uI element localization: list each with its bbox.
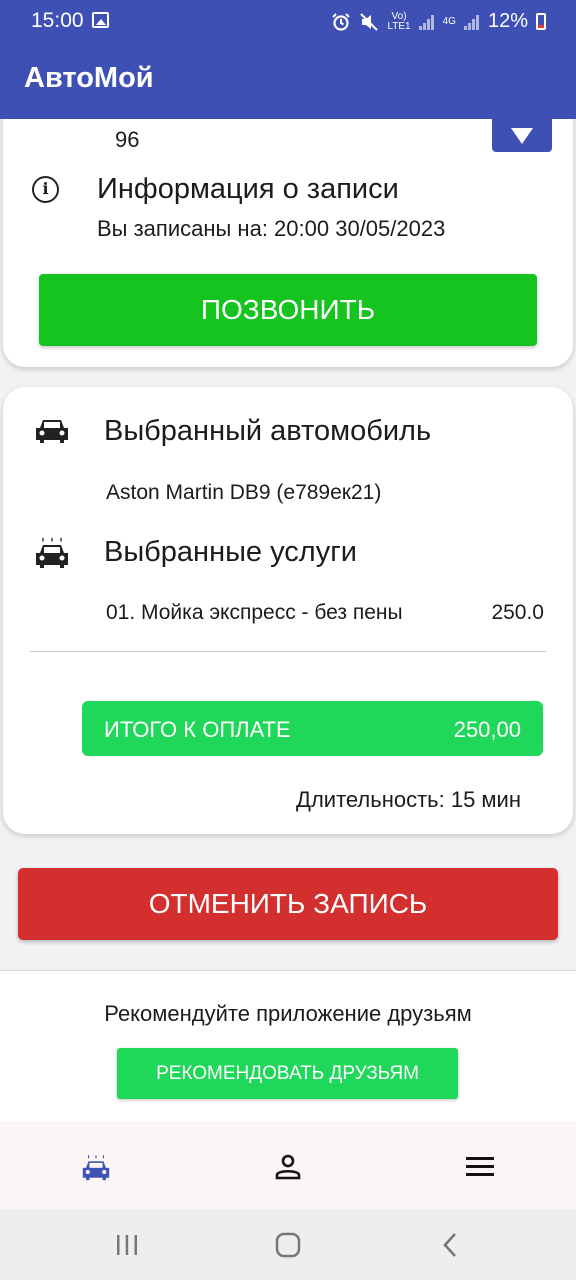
car-wash-icon xyxy=(82,1154,110,1181)
total-value: 250,00 xyxy=(453,717,521,742)
nav-car-wash[interactable] xyxy=(76,1151,116,1183)
volte-indicator: Vo) LTE1 xyxy=(387,11,411,32)
total-bar: ИТОГО К ОПЛАТЕ 250,00 xyxy=(82,701,543,756)
booking-card: 96 i Информация о записи Вы записаны на:… xyxy=(3,80,573,367)
service-item: 01. Мойка экспресс - без пены 250.0 xyxy=(106,601,544,625)
recommend-button[interactable]: РЕКОМЕНДОВАТЬ ДРУЗЬЯМ xyxy=(117,1048,458,1099)
chevron-down-icon xyxy=(511,127,533,144)
recommend-section: Рекомендуйте приложение друзьям РЕКОМЕНД… xyxy=(0,970,576,1122)
divider xyxy=(30,651,546,652)
lte-text: LTE1 xyxy=(387,20,411,32)
home-icon xyxy=(275,1232,301,1258)
recommend-text: Рекомендуйте приложение друзьям xyxy=(104,1001,472,1026)
status-time: 15:00 xyxy=(31,9,84,32)
recent-apps-icon xyxy=(117,1235,137,1255)
booking-info-title: Информация о записи xyxy=(97,173,399,205)
app-bar: 15:00 Vo) LTE1 4G 12% АвтоМой xyxy=(0,0,576,119)
menu-icon xyxy=(466,1157,494,1176)
duration-text: Длительность: 15 мин xyxy=(296,787,521,812)
info-icon: i xyxy=(32,176,59,203)
recent-apps-button[interactable] xyxy=(112,1232,142,1258)
battery-icon xyxy=(536,13,546,30)
mute-icon xyxy=(360,12,379,31)
bottom-navigation xyxy=(0,1121,576,1209)
call-button[interactable]: ПОЗВОНИТЬ xyxy=(39,274,537,346)
selected-car-title: Выбранный автомобиль xyxy=(104,415,432,447)
app-title: АвтоМой xyxy=(24,62,154,94)
cancel-booking-button[interactable]: ОТМЕНИТЬ ЗАПИСЬ xyxy=(18,868,558,940)
booking-datetime: Вы записаны на: 20:00 30/05/2023 xyxy=(97,216,446,241)
back-icon xyxy=(443,1233,456,1257)
net-4g-indicator: 4G xyxy=(442,15,456,27)
car-wash-icon xyxy=(36,537,68,568)
home-button[interactable] xyxy=(273,1232,303,1258)
signal-1-icon xyxy=(418,14,435,30)
gallery-notification-icon xyxy=(92,12,109,28)
total-label: ИТОГО К ОПЛАТЕ xyxy=(104,717,291,742)
battery-percent: 12% xyxy=(487,10,528,32)
address-tail: 96 xyxy=(115,127,140,152)
status-bar: 15:00 Vo) LTE1 4G 12% xyxy=(0,0,576,42)
profile-icon xyxy=(275,1154,301,1180)
service-price: 250.0 xyxy=(491,601,544,624)
selected-services-title: Выбранные услуги xyxy=(104,536,357,568)
car-icon xyxy=(36,420,68,443)
alarm-icon xyxy=(332,12,351,31)
back-button[interactable] xyxy=(435,1232,465,1258)
nav-profile[interactable] xyxy=(268,1151,308,1183)
service-name: 01. Мойка экспресс - без пены xyxy=(106,601,403,624)
order-card: Выбранный автомобиль Aston Martin DB9 (е… xyxy=(3,387,573,834)
nav-menu[interactable] xyxy=(460,1151,500,1183)
signal-2-icon xyxy=(463,14,480,30)
car-name: Aston Martin DB9 (е789ек21) xyxy=(106,481,382,504)
system-navigation-bar xyxy=(0,1209,576,1280)
